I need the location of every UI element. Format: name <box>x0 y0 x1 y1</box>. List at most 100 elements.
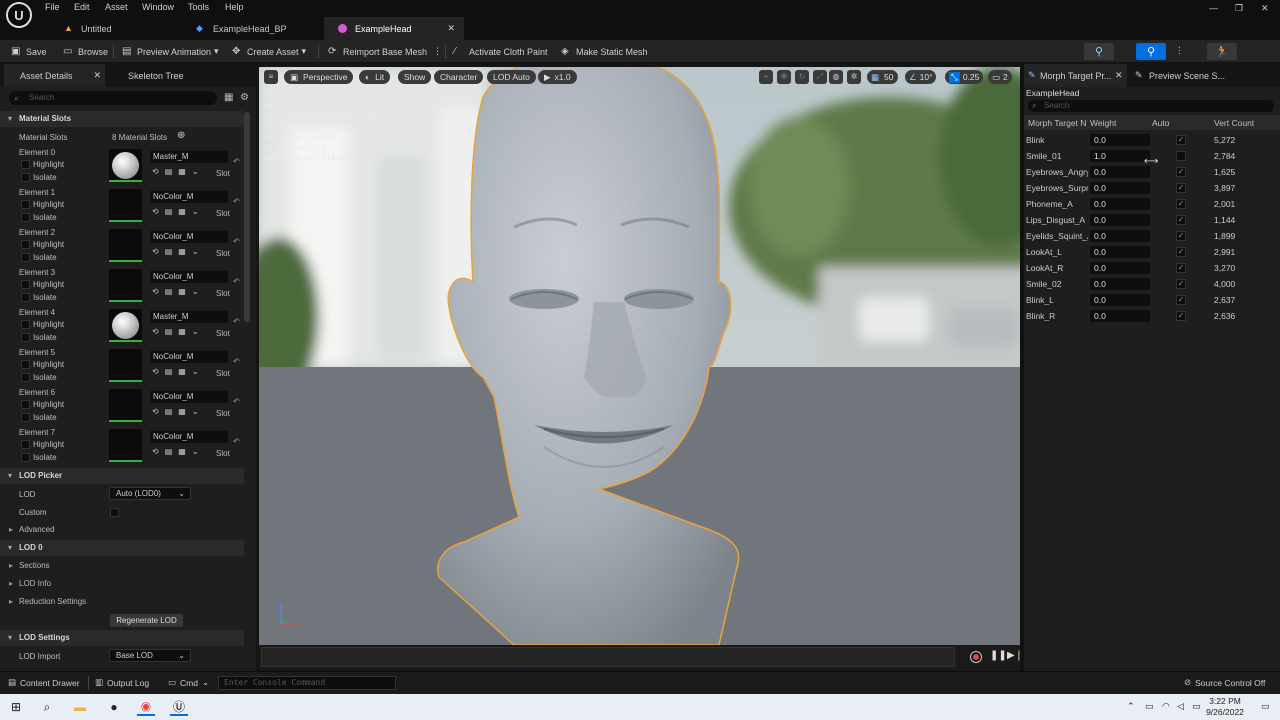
weight-field[interactable]: 0.0 <box>1090 182 1150 194</box>
highlight-checkbox[interactable] <box>21 240 30 249</box>
camera-speed-button[interactable]: ▭ 2 <box>988 70 1012 84</box>
menu-help[interactable]: Help <box>225 2 244 12</box>
pause-icon[interactable]: ❚❚ <box>990 650 1007 661</box>
material-name-field[interactable]: Master_M <box>150 311 228 323</box>
browse-button[interactable]: ▭ Browse <box>63 44 108 59</box>
material-thumbnail[interactable] <box>109 389 142 422</box>
weight-field[interactable]: 0.0 <box>1090 134 1150 146</box>
unreal-logo-icon[interactable]: U <box>6 2 32 28</box>
isolate-checkbox[interactable] <box>21 213 30 222</box>
maximize-icon[interactable]: ❐ <box>1235 3 1243 14</box>
weight-field[interactable]: 0.0 <box>1090 198 1150 210</box>
weight-field[interactable]: 1.0 <box>1090 150 1150 162</box>
battery-icon[interactable]: ▭ <box>1192 701 1201 712</box>
reset-arrow-icon[interactable]: ↶ <box>233 197 240 206</box>
reduction-settings-section[interactable]: Reduction Settings <box>0 594 244 610</box>
highlight-checkbox[interactable] <box>21 400 30 409</box>
weight-field[interactable]: 0.0 <box>1090 262 1150 274</box>
auto-checkbox[interactable]: ✓ <box>1176 167 1186 177</box>
auto-checkbox[interactable]: ✓ <box>1176 311 1186 321</box>
material-actions-icon[interactable]: ⟲▤▦⌄ <box>152 367 205 376</box>
mesh-mode-button[interactable]: ⚲ <box>1136 43 1166 60</box>
material-actions-icon[interactable]: ⟲▤▦⌄ <box>152 287 205 296</box>
morph-target-row[interactable]: Blink 0.0 ✓ 5,272 <box>1026 132 1276 148</box>
column-weight[interactable]: Weight <box>1090 118 1116 128</box>
file-explorer-icon[interactable]: ▬ <box>71 698 89 716</box>
character-button[interactable]: Character <box>434 70 484 84</box>
menu-tools[interactable]: Tools <box>188 2 209 12</box>
create-asset-button[interactable]: ✥ Create Asset ▾ <box>232 44 306 59</box>
surface-snap-icon[interactable]: ✲ <box>847 70 861 84</box>
highlight-checkbox[interactable] <box>21 320 30 329</box>
playback-speed-button[interactable]: ▶ x1.0 <box>538 70 577 84</box>
tab-examplehead-bp[interactable]: ◆ ExampleHead_BP <box>182 17 322 40</box>
close-tab-icon[interactable]: ✕ <box>1115 70 1123 81</box>
column-vert-count[interactable]: Vert Count <box>1214 118 1254 128</box>
weight-field[interactable]: 0.0 <box>1090 278 1150 290</box>
weight-field[interactable]: 0.0 <box>1090 230 1150 242</box>
tab-examplehead[interactable]: ExampleHead ✕ <box>324 17 464 40</box>
material-actions-icon[interactable]: ⟲▤▦⌄ <box>152 407 205 416</box>
material-name-field[interactable]: NoColor_M <box>150 431 228 443</box>
save-button[interactable]: ▣ Save <box>11 44 47 59</box>
isolate-checkbox[interactable] <box>21 253 30 262</box>
wifi-icon[interactable]: ◠ <box>1162 701 1170 712</box>
cmd-dropdown[interactable]: ▭ Cmd ⌄ <box>168 677 209 688</box>
column-auto[interactable]: Auto <box>1152 118 1170 128</box>
morph-target-row[interactable]: Phoneme_A 0.0 ✓ 2,001 <box>1026 196 1276 212</box>
isolate-checkbox[interactable] <box>21 333 30 342</box>
clock-date[interactable]: 9/26/2022 <box>1203 707 1247 717</box>
notification-icon[interactable]: ▭ <box>1261 701 1270 712</box>
morph-target-row[interactable]: LookAt_L 0.0 ✓ 2,991 <box>1026 244 1276 260</box>
network-icon[interactable]: ▭ <box>1145 701 1154 712</box>
auto-checkbox[interactable]: ✓ <box>1176 295 1186 305</box>
material-name-field[interactable]: NoColor_M <box>150 191 228 203</box>
timeline-track[interactable] <box>261 647 955 667</box>
highlight-checkbox[interactable] <box>21 360 30 369</box>
more-modes-icon[interactable]: ⋮ <box>1175 45 1184 56</box>
viewport[interactable]: ≡ ▣ Perspective ◐ Lit Show Character LOD A… <box>259 67 1020 645</box>
reset-arrow-icon[interactable]: ↶ <box>233 357 240 366</box>
next-frame-icon[interactable]: ▶❘ <box>1007 650 1023 661</box>
menu-edit[interactable]: Edit <box>74 2 90 12</box>
reset-arrow-icon[interactable]: ↶ <box>233 317 240 326</box>
tab-morph-target-preview[interactable]: ✎ Morph Target Pr... ✕ <box>1024 64 1127 87</box>
lod-import-dropdown[interactable]: Base LOD ⌄ <box>109 649 191 662</box>
isolate-checkbox[interactable] <box>21 293 30 302</box>
grid-snap-button[interactable]: ▦ 50 <box>867 70 898 84</box>
record-button[interactable] <box>970 651 982 663</box>
tab-asset-details[interactable]: Asset Details ✕ <box>4 64 105 87</box>
advanced-section[interactable]: Advanced <box>0 522 244 538</box>
close-window-icon[interactable]: ✕ <box>1261 3 1269 14</box>
tray-expand-icon[interactable]: ⌃ <box>1127 701 1135 712</box>
morph-target-row[interactable]: Smile_02 0.0 ✓ 4,000 <box>1026 276 1276 292</box>
chrome-icon[interactable]: ◉ <box>137 698 155 716</box>
material-name-field[interactable]: NoColor_M <box>150 351 228 363</box>
scale-snap-button[interactable]: ⤡ 0.25 <box>945 70 984 84</box>
reset-arrow-icon[interactable]: ↶ <box>233 277 240 286</box>
lod-settings-section[interactable]: LOD Settings <box>0 630 244 646</box>
highlight-checkbox[interactable] <box>21 280 30 289</box>
steam-icon[interactable]: ● <box>105 698 123 716</box>
material-thumbnail[interactable] <box>109 229 142 262</box>
material-name-field[interactable]: NoColor_M <box>150 231 228 243</box>
volume-icon[interactable]: ◁ <box>1177 701 1184 712</box>
lod-auto-button[interactable]: LOD Auto <box>487 70 536 84</box>
rotate-icon[interactable]: ↻ <box>795 70 809 84</box>
isolate-checkbox[interactable] <box>21 173 30 182</box>
morph-target-row[interactable]: Blink_L 0.0 ✓ 2,637 <box>1026 292 1276 308</box>
weight-field[interactable]: 0.0 <box>1090 294 1150 306</box>
material-thumbnail[interactable] <box>109 269 142 302</box>
animation-mode-button[interactable]: 🏃 <box>1207 43 1237 60</box>
viewport-menu-icon[interactable]: ≡ <box>264 70 278 84</box>
tab-skeleton-tree[interactable]: Skeleton Tree <box>112 64 212 87</box>
show-button[interactable]: Show <box>398 70 432 84</box>
details-search-input[interactable]: Search <box>9 91 217 105</box>
auto-checkbox[interactable]: ✓ <box>1176 231 1186 241</box>
auto-checkbox[interactable]: ✓ <box>1176 215 1186 225</box>
sections-section[interactable]: Sections <box>0 558 244 574</box>
auto-checkbox[interactable]: ✓ <box>1176 135 1186 145</box>
reset-arrow-icon[interactable]: ↶ <box>233 237 240 246</box>
source-control-button[interactable]: ⊘ Source Control Off <box>1184 677 1265 688</box>
close-tab-icon[interactable]: ✕ <box>93 70 101 81</box>
